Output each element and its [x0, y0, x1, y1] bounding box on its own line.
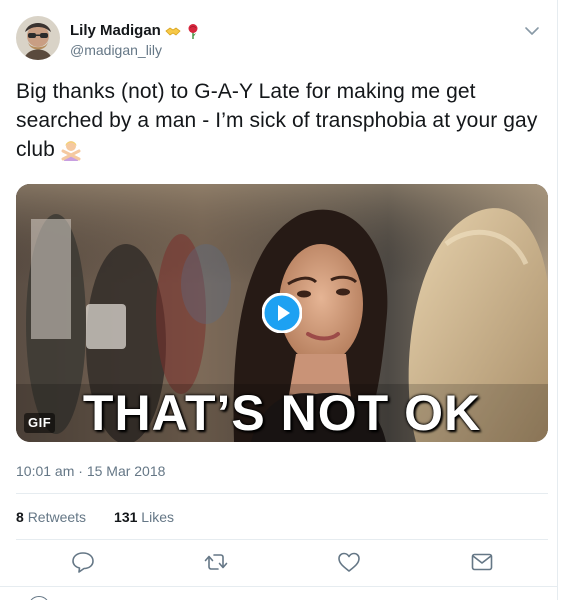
display-name-row[interactable]: Lily Madigan — [70, 22, 201, 40]
user-handle[interactable]: @madigan_lily — [70, 41, 201, 59]
play-icon[interactable] — [261, 292, 303, 334]
next-tweet-avatar — [28, 596, 50, 600]
likes-count: 131 — [114, 509, 138, 525]
tweet-stats: 8 Retweets 131 Likes — [16, 508, 174, 526]
direct-message-icon[interactable] — [469, 549, 495, 575]
person-gesturing-no-emoji — [59, 137, 83, 161]
retweets-stat[interactable]: 8 Retweets — [16, 508, 86, 526]
retweets-label: Retweets — [27, 509, 87, 525]
divider — [0, 586, 558, 587]
like-icon[interactable] — [336, 549, 362, 575]
gif-caption: THAT’S NOT OK — [82, 385, 482, 441]
rose-emoji — [185, 23, 201, 39]
reply-icon[interactable] — [70, 549, 96, 575]
gif-badge: GIF — [24, 413, 56, 433]
display-name[interactable]: Lily Madigan — [70, 22, 161, 40]
avatar[interactable] — [16, 16, 60, 60]
gif-media[interactable]: THAT’S NOT OK GIF — [16, 184, 548, 442]
name-block: Lily Madigan @madigan_lily — [70, 22, 201, 59]
likes-label: Likes — [141, 509, 174, 525]
tweet-body: Big thanks (not) to G-A-Y Late for makin… — [16, 80, 538, 161]
tweet-card: Lily Madigan @madigan_lily Big thanks (n… — [0, 0, 558, 600]
handshake-emoji — [165, 23, 181, 39]
tweet-timestamp[interactable]: 10:01 am · 15 Mar 2018 — [16, 462, 165, 480]
likes-stat[interactable]: 131 Likes — [114, 508, 174, 526]
tweet-actions — [0, 549, 558, 579]
retweet-icon[interactable] — [203, 549, 229, 575]
tweet-header: Lily Madigan @madigan_lily — [16, 16, 541, 68]
chevron-down-icon[interactable] — [523, 22, 541, 40]
divider — [16, 539, 548, 540]
divider — [16, 493, 548, 494]
tweet-text: Big thanks (not) to G-A-Y Late for makin… — [16, 77, 544, 164]
retweets-count: 8 — [16, 509, 24, 525]
